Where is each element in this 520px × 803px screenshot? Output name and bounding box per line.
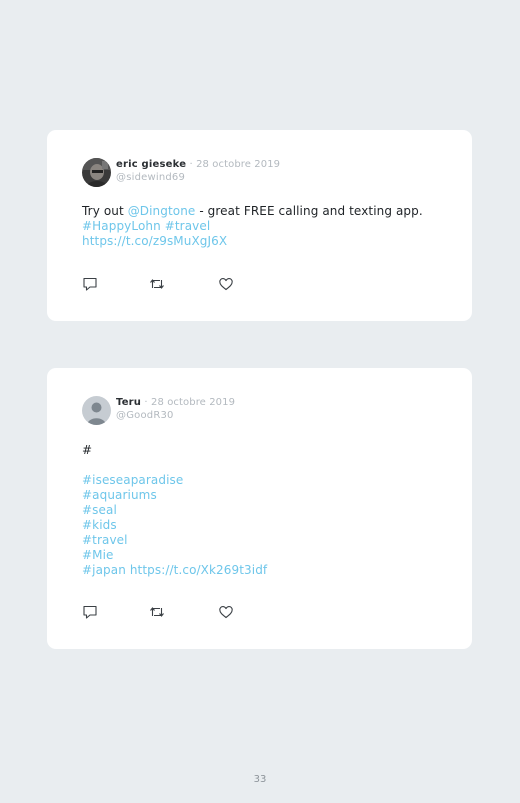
hashtag-link[interactable]: #HappyLohn [82,219,161,233]
tweet-date[interactable]: 28 octobre 2019 [151,397,235,408]
avatar[interactable] [82,396,111,425]
hashtag-link[interactable]: #iseseaparadise [82,473,183,487]
text-segment: Try out [82,204,128,218]
tweet-line: # [82,443,267,458]
tweet-text: # #iseseaparadise #aquariums #seal #kids… [82,443,267,578]
avatar[interactable] [82,158,111,187]
mention-link[interactable]: @Dingtone [128,204,196,218]
url-link[interactable]: https://t.co/Xk269t3idf [130,563,267,577]
text-segment: - great FREE calling and texting app. [195,204,423,218]
tweet-line: Try out @Dingtone - great FREE calling a… [82,204,423,219]
tweet-line: #kids [82,518,267,533]
hashtag-link[interactable]: #japan [82,563,126,577]
tweet-line: #japan https://t.co/Xk269t3idf [82,563,267,578]
author-handle[interactable]: @sidewind69 [116,172,185,184]
page-number: 33 [253,774,267,785]
tweet-line: #HappyLohn #travel [82,219,423,234]
reply-icon[interactable] [82,604,98,620]
hashtag-link[interactable]: #Mie [82,548,114,562]
tweet-line: #seal [82,503,267,518]
tweet-line: #iseseaparadise [82,473,267,488]
avatar-photo [82,158,111,187]
hashtag-link[interactable]: #seal [82,503,117,517]
hashtag-link[interactable]: #aquariums [82,488,157,502]
tweet-meta: eric gieseke · 28 octobre 2019 [116,159,280,171]
hashtag-link[interactable]: #travel [165,219,211,233]
hashtag-link[interactable]: #travel [82,533,128,547]
like-icon[interactable] [218,276,234,292]
tweet-line: #Mie [82,548,267,563]
tweet-meta: Teru · 28 octobre 2019 [116,397,235,409]
tweet-line: #aquariums [82,488,267,503]
tweet-text: Try out @Dingtone - great FREE calling a… [82,204,423,249]
tweet-line: #travel [82,533,267,548]
author-handle[interactable]: @GoodR30 [116,410,174,422]
author-name[interactable]: eric gieseke [116,159,186,170]
retweet-icon[interactable] [149,276,165,292]
url-link[interactable]: https://t.co/z9sMuXgJ6X [82,234,227,248]
tweet-card: Teru · 28 octobre 2019 @GoodR30 # #isese… [47,368,472,649]
author-name[interactable]: Teru [116,397,141,408]
meta-separator: · [186,159,197,170]
hashtag-link[interactable]: #kids [82,518,117,532]
tweet-card: eric gieseke · 28 octobre 2019 @sidewind… [47,130,472,321]
tweet-line: https://t.co/z9sMuXgJ6X [82,234,423,249]
tweet-line [82,458,267,473]
default-avatar-icon [82,396,111,425]
reply-icon[interactable] [82,276,98,292]
tweet-actions [82,276,242,292]
tweet-date[interactable]: 28 octobre 2019 [196,159,280,170]
like-icon[interactable] [218,604,234,620]
text-segment: # [82,443,93,457]
tweet-actions [82,604,242,620]
meta-separator: · [141,397,151,408]
retweet-icon[interactable] [149,604,165,620]
